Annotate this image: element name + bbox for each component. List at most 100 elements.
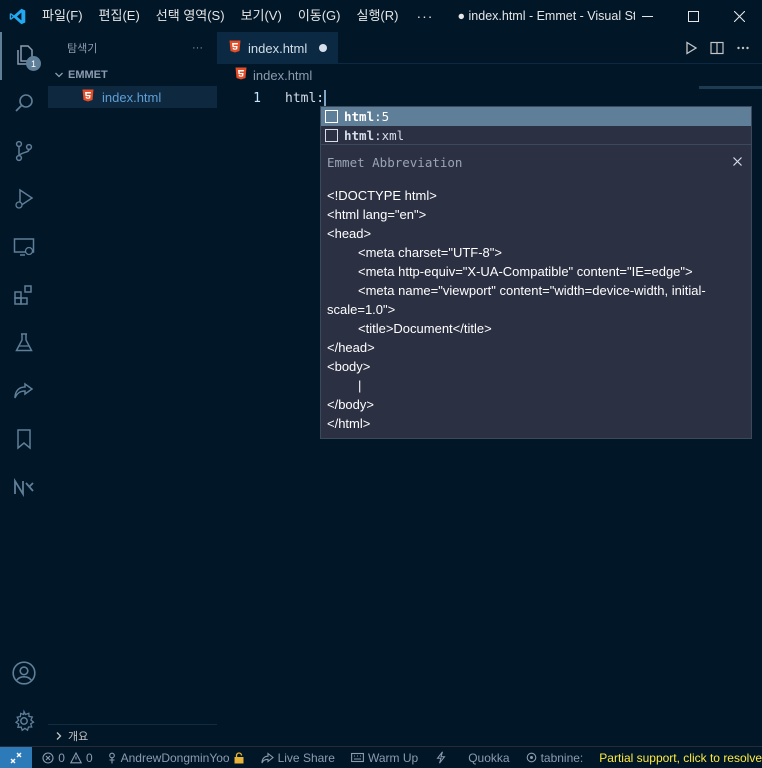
explorer-header: 탐색기 ···	[48, 32, 217, 64]
tabnine-item[interactable]: tabnine:	[526, 750, 584, 765]
remote-indicator-button[interactable]	[0, 747, 33, 768]
warm-up-item[interactable]: Warm Up	[351, 751, 418, 765]
play-icon	[686, 40, 698, 55]
preview-line: </head>	[327, 340, 375, 355]
preview-line: <meta charset="UTF-8">	[358, 245, 502, 260]
close-window-button[interactable]	[716, 0, 762, 32]
warning-count: 0	[85, 750, 93, 765]
activity-nx-console[interactable]	[0, 464, 48, 512]
editor-more-button[interactable]	[730, 32, 756, 64]
activity-bar: 1	[0, 32, 48, 746]
person-icon	[107, 752, 117, 764]
window-controls	[624, 0, 762, 32]
file-item-label: index.html	[102, 89, 162, 105]
unsaved-dot-icon[interactable]	[319, 44, 328, 52]
maximize-button[interactable]	[670, 0, 716, 32]
preview-line: <meta name="viewport" content="width=dev…	[358, 283, 706, 298]
problems-indicator[interactable]: 0 0	[42, 750, 93, 765]
more-icon	[737, 46, 749, 49]
snippet-preview: <!DOCTYPE html> <html lang="en"> <head> …	[321, 179, 751, 433]
status-bar: 0 0 AndrewDongminYoo Live Share Warm Up …	[0, 746, 762, 768]
activity-source-control[interactable]	[0, 128, 48, 176]
keyboard-icon	[351, 752, 364, 763]
split-editor-button[interactable]	[704, 32, 730, 64]
lightning-icon	[436, 751, 446, 764]
suggestion-item[interactable]: html:5	[321, 107, 751, 126]
workspace-folder-emmet[interactable]: EMMET	[48, 64, 217, 86]
activity-accounts[interactable]	[0, 650, 48, 698]
tab-index-html[interactable]: index.html	[217, 32, 338, 63]
code-line[interactable]: 1 html:	[217, 88, 762, 108]
live-share-icon	[12, 379, 36, 406]
activity-explorer[interactable]: 1	[0, 32, 48, 80]
code-content: html:	[285, 90, 325, 106]
activity-live-share[interactable]	[0, 368, 48, 416]
file-item-index-html[interactable]: index.html	[48, 86, 217, 108]
menu-view[interactable]: 보기(V)	[233, 0, 290, 32]
error-icon	[42, 751, 54, 764]
partial-support-warning[interactable]: Partial support, click to resolve	[599, 751, 762, 765]
explorer-badge: 1	[26, 56, 41, 71]
activity-run-debug[interactable]	[0, 176, 48, 224]
activity-extensions[interactable]	[0, 272, 48, 320]
code-text[interactable]: html:	[285, 89, 327, 107]
text-cursor	[324, 89, 327, 107]
explorer-more-button[interactable]: ···	[192, 42, 203, 54]
activity-bookmarks[interactable]	[0, 416, 48, 464]
quokka-item[interactable]: Quokka	[468, 751, 509, 765]
preview-line: <head>	[327, 226, 372, 241]
explorer-sidebar: 탐색기 ··· EMMET index.html 개요	[48, 32, 217, 746]
chevron-right-icon	[54, 731, 68, 741]
run-debug-icon	[12, 187, 36, 214]
details-title: Emmet Abbreviation	[327, 154, 463, 170]
close-icon	[732, 156, 742, 166]
tabnine-icon	[526, 752, 537, 763]
search-icon	[12, 91, 36, 118]
breadcrumb-file[interactable]: index.html	[253, 68, 312, 83]
menu-run[interactable]: 실행(R)	[349, 0, 407, 32]
menu-go[interactable]: 이동(G)	[290, 0, 349, 32]
run-button[interactable]	[678, 32, 704, 64]
editor-actions	[678, 32, 762, 63]
menu-more-button[interactable]: ···	[406, 8, 443, 24]
outline-section[interactable]: 개요	[48, 724, 217, 746]
tab-label: index.html	[248, 40, 308, 56]
activity-search[interactable]	[0, 80, 48, 128]
preview-line: </body>	[327, 397, 374, 412]
workspace-folder-label: EMMET	[68, 69, 108, 81]
minimize-button[interactable]	[624, 0, 670, 32]
preview-line: </html>	[327, 416, 371, 431]
git-user-name: AndrewDongminYoo	[120, 750, 230, 765]
lock-icon	[233, 751, 245, 764]
maximize-icon	[687, 10, 699, 22]
split-editor-icon	[710, 41, 724, 54]
snippet-icon	[325, 110, 338, 123]
suggest-details: Emmet Abbreviation <!DOCTYPE html> <html…	[320, 144, 752, 439]
git-user-item[interactable]: AndrewDongminYoo	[107, 751, 249, 765]
extensions-icon	[12, 283, 36, 310]
suggestion-rest: :5	[374, 109, 390, 124]
preview-line: <title>Document</title>	[358, 321, 492, 336]
menu-edit[interactable]: 편집(E)	[91, 0, 148, 32]
menu-file[interactable]: 파일(F)	[34, 0, 91, 32]
lightning-item[interactable]	[436, 751, 450, 764]
tabnine-label: tabnine:	[540, 750, 584, 765]
suggestion-match: html	[344, 128, 375, 143]
live-share-item[interactable]: Live Share	[261, 751, 335, 765]
live-share-label: Live Share	[277, 750, 335, 765]
menu-selection[interactable]: 선택 영역(S)	[148, 0, 233, 32]
activity-testing[interactable]	[0, 320, 48, 368]
suggestion-item[interactable]: html:xml	[321, 126, 751, 145]
remote-explorer-icon	[12, 235, 36, 262]
bookmark-icon	[12, 427, 36, 454]
warm-up-label: Warm Up	[367, 750, 419, 765]
close-icon	[733, 10, 745, 22]
activity-remote-explorer[interactable]	[0, 224, 48, 272]
close-details-button[interactable]	[729, 153, 745, 169]
suggestion-rest: :xml	[374, 128, 405, 143]
minimize-icon	[641, 15, 653, 17]
window-title: ● index.html - Emmet - Visual Studio Cod…	[457, 9, 636, 23]
nx-icon	[12, 475, 36, 502]
activity-manage[interactable]	[0, 698, 48, 746]
breadcrumb[interactable]: index.html	[217, 64, 762, 86]
